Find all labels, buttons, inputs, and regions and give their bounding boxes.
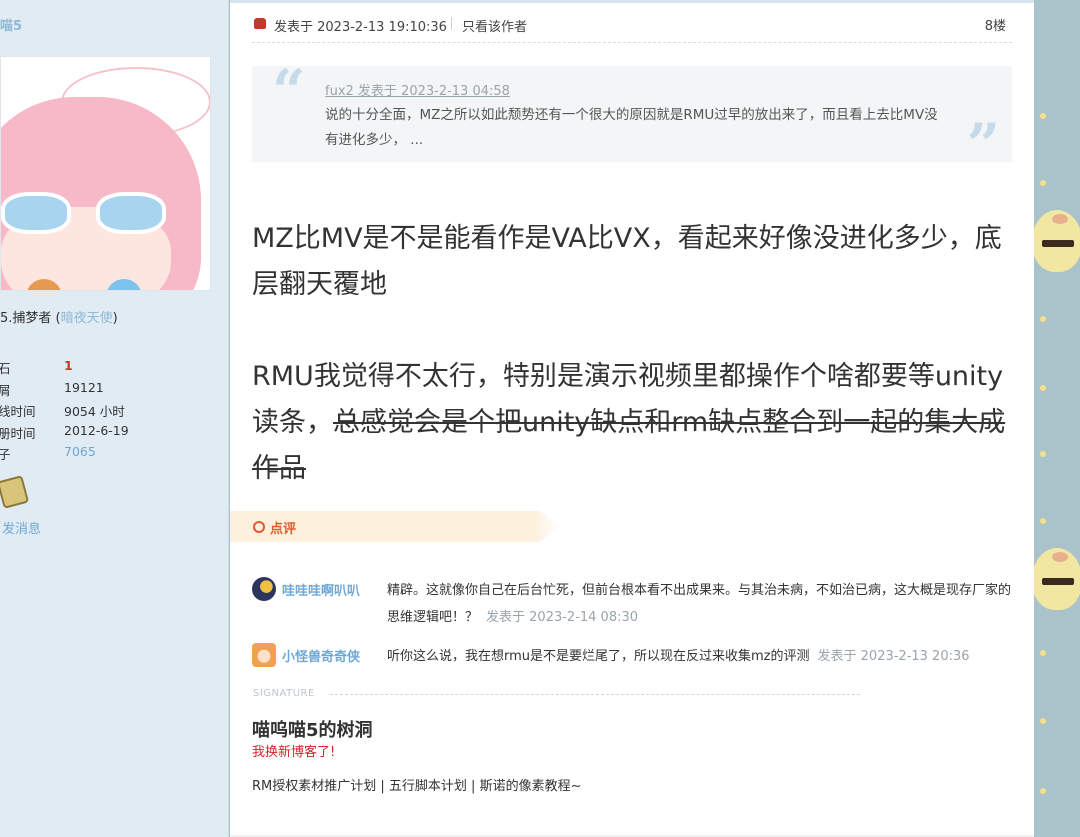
post-paragraph: RMU我觉得不太行，特别是演示视频里都操作个啥都要等unity读条，总感觉会是个…	[252, 354, 1012, 492]
post-header: 发表于 2023-2-13 19:10:36 只看该作者 8楼	[252, 15, 1012, 43]
rank-close: )	[112, 311, 118, 326]
stat-row: 石 1	[0, 358, 220, 380]
review-text: 听你这么说，我在想rmu是不是要烂尾了，所以现在反过来收集mz的评测 发表于 20…	[387, 643, 1012, 670]
author-name-link[interactable]: 喵5	[0, 15, 22, 34]
stat-row: 屑 19121	[0, 380, 220, 402]
stat-row: 线时间 9054 小时	[0, 401, 220, 423]
divider	[230, 0, 1034, 3]
strikethrough-text: 总感觉会是个把unity缺点和rm缺点整合到一起的集大成作品	[252, 407, 1006, 484]
stat-key: 子	[0, 447, 11, 462]
author-rank: 5.捕梦者 (暗夜天使)	[0, 307, 118, 326]
signature-label: SIGNATURE	[253, 688, 315, 699]
review-text: 精辟。这就像你自己在后台忙死，但前台根本看不出成果来。与其治未病，不如治已病，这…	[387, 577, 1012, 631]
author-sidebar: 喵5 5.捕梦者 (暗夜天使) 石 1 屑 19121 线时间 9054 小时 …	[0, 0, 229, 837]
quote-source-link[interactable]: fux2 发表于 2023-2-13 04:58	[325, 80, 510, 99]
review-item: 小怪兽奇奇侠 听你这么说，我在想rmu是不是要烂尾了，所以现在反过来收集mz的评…	[252, 643, 1012, 671]
divider	[330, 694, 860, 695]
posts-count-link[interactable]: 7065	[64, 444, 96, 459]
stat-key: 屑	[0, 382, 11, 398]
author-avatar[interactable]	[0, 56, 211, 291]
background-dot	[1040, 718, 1046, 724]
review-icon	[253, 521, 265, 533]
stat-value: 19121	[64, 379, 104, 395]
background-dot	[1040, 113, 1046, 119]
background-dot	[1040, 316, 1046, 322]
review-body: 精辟。这就像你自己在后台忙死，但前台根本看不出成果来。与其治未病，不如治已病，这…	[387, 583, 1012, 625]
link-separator: |	[466, 779, 480, 794]
stat-value: 9054 小时	[64, 404, 125, 419]
online-status-icon	[254, 18, 266, 29]
author-stats: 石 1 屑 19121 线时间 9054 小时 册时间 2012-6-19 子 …	[0, 358, 220, 466]
post-paragraph: MZ比MV是不是能看作是VA比VX，看起来好像没进化多少，底层翻天覆地	[252, 223, 1002, 300]
stat-value: 2012-6-19	[64, 422, 129, 438]
chick-mascot-icon	[1032, 210, 1080, 272]
user-group-link[interactable]: 暗夜天使	[61, 311, 113, 326]
post-timestamp: 发表于 2023-2-13 19:10:36	[274, 20, 447, 35]
signature-title: 喵呜喵5的树洞	[252, 720, 373, 741]
reviewer-avatar[interactable]	[252, 643, 276, 667]
review-timestamp: 发表于 2023-2-13 20:36	[817, 649, 970, 664]
signature-link[interactable]: 斯诺的像素教程~	[480, 779, 582, 794]
signature-link[interactable]: 五行脚本计划	[389, 779, 467, 794]
stat-key: 线时间	[0, 404, 36, 419]
review-timestamp: 发表于 2023-2-14 08:30	[486, 610, 639, 625]
stat-row: 册时间 2012-6-19	[0, 423, 220, 445]
quote-text: 说的十分全面，MZ之所以如此颓势还有一个很大的原因就是RMU过早的放出来了，而且…	[325, 107, 938, 148]
chick-mascot-icon	[1032, 548, 1080, 610]
reviewer-avatar[interactable]	[252, 577, 276, 601]
signature-blog-link[interactable]: 我换新博客了!	[252, 741, 335, 760]
rank-title: 5.捕梦者 (	[0, 311, 61, 326]
review-label: 点评	[270, 522, 297, 537]
floor-number[interactable]: 8楼	[985, 15, 1006, 34]
send-message-link[interactable]: 发消息	[2, 518, 41, 537]
reviewer-name-link[interactable]: 哇哇哇啊叭叭	[282, 580, 360, 599]
background-dot	[1040, 451, 1046, 457]
open-quote-icon: “	[272, 57, 306, 125]
divider	[451, 17, 452, 30]
review-item: 哇哇哇啊叭叭 精辟。这就像你自己在后台忙死，但前台根本看不出成果来。与其治未病，…	[252, 577, 1012, 633]
reviewer-name-link[interactable]: 小怪兽奇奇侠	[282, 646, 360, 665]
signature-links: RM授权素材推广计划 | 五行脚本计划 | 斯诺的像素教程~	[252, 775, 581, 794]
review-body: 听你这么说，我在想rmu是不是要烂尾了，所以现在反过来收集mz的评测	[387, 649, 810, 664]
page-background	[1034, 0, 1080, 837]
review-section-header: 点评	[230, 511, 560, 542]
stat-row: 子 7065	[0, 444, 220, 466]
stat-value: 1	[64, 358, 73, 373]
background-dot	[1040, 518, 1046, 524]
post-body: MZ比MV是不是能看作是VA比VX，看起来好像没进化多少，底层翻天覆地 RMU我…	[252, 216, 1012, 492]
background-dot	[1040, 650, 1046, 656]
link-separator: |	[376, 779, 389, 794]
only-author-link[interactable]: 只看该作者	[462, 16, 527, 35]
medal-icon[interactable]	[0, 475, 30, 509]
stat-key: 石	[0, 361, 11, 376]
stat-key: 册时间	[0, 425, 36, 441]
background-dot	[1040, 180, 1046, 186]
quote-block: “ fux2 发表于 2023-2-13 04:58 说的十分全面，MZ之所以如…	[252, 62, 1012, 174]
signature-link[interactable]: RM授权素材推广计划	[252, 779, 376, 794]
post-content: 发表于 2023-2-13 19:10:36 只看该作者 8楼 “ fux2 发…	[230, 0, 1034, 837]
background-dot	[1040, 788, 1046, 794]
close-quote-icon: ”	[966, 111, 1000, 179]
background-dot	[1040, 385, 1046, 391]
